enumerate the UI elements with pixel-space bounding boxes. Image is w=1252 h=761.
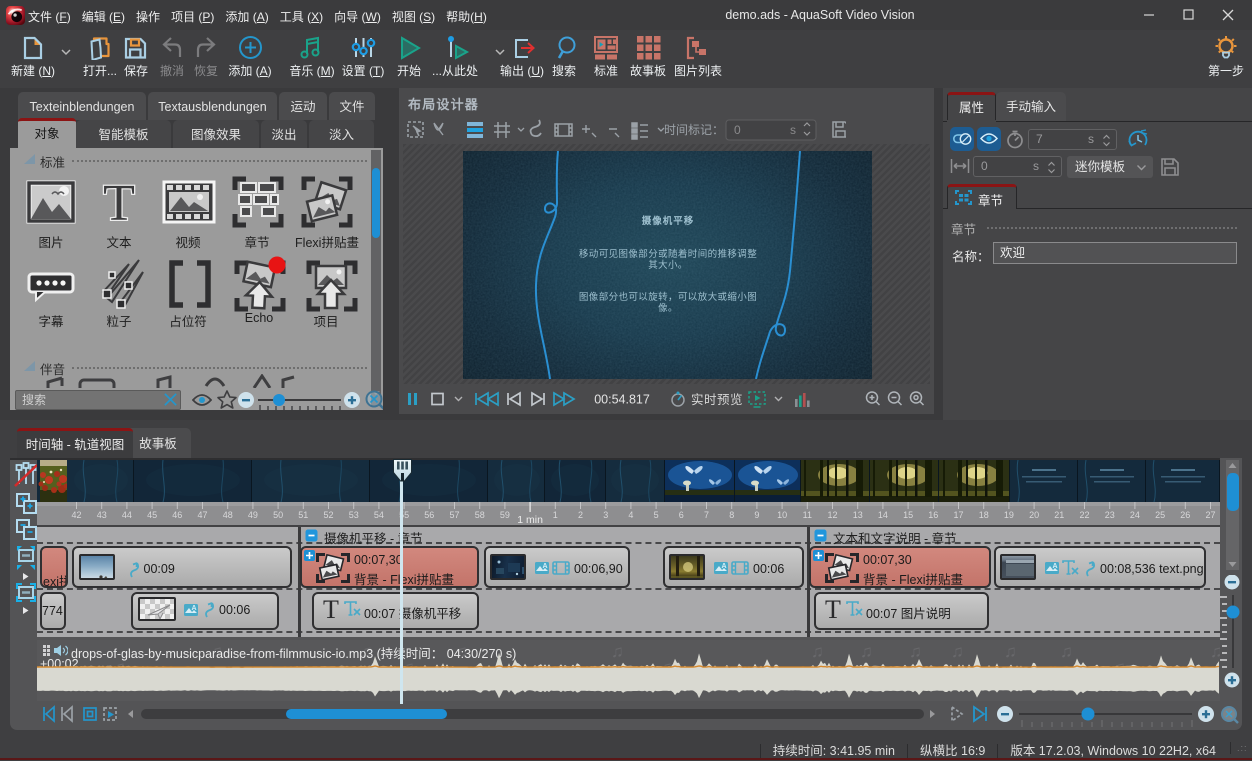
svg-text:s: s: [790, 123, 796, 137]
svg-text:46: 46: [172, 510, 182, 520]
svg-text:T: T: [103, 176, 135, 228]
svg-text:15: 15: [903, 510, 913, 520]
svg-text:0: 0: [734, 123, 741, 137]
svg-text:A: A: [542, 563, 547, 570]
svg-text:实时预览: 实时预览: [691, 392, 743, 407]
svg-text:53: 53: [349, 510, 359, 520]
svg-text:20: 20: [1029, 510, 1039, 520]
svg-text:10: 10: [777, 510, 787, 520]
svg-text:4: 4: [628, 510, 633, 520]
svg-text:A: A: [191, 605, 196, 612]
svg-text:23: 23: [1105, 510, 1115, 520]
svg-text:19: 19: [1004, 510, 1014, 520]
svg-text:1 min: 1 min: [517, 514, 543, 526]
svg-text:25: 25: [1155, 510, 1165, 520]
svg-text:T: T: [323, 597, 339, 621]
svg-text:17: 17: [953, 510, 963, 520]
svg-text:12: 12: [827, 510, 837, 520]
svg-text:16: 16: [928, 510, 938, 520]
svg-text:A: A: [721, 563, 726, 570]
svg-text:00:54.817: 00:54.817: [594, 393, 650, 407]
svg-text:图像部分也可以旋转，可以放大或缩小图: 图像部分也可以旋转，可以放大或缩小图: [579, 291, 757, 303]
svg-text:26: 26: [1180, 510, 1190, 520]
svg-text:50: 50: [273, 510, 283, 520]
svg-text:18: 18: [979, 510, 989, 520]
svg-text:52: 52: [323, 510, 333, 520]
svg-text:22: 22: [1079, 510, 1089, 520]
svg-text:45: 45: [147, 510, 157, 520]
svg-text:47: 47: [197, 510, 207, 520]
svg-text:其大小。: 其大小。: [648, 259, 688, 271]
svg-text:时间标记：: 时间标记：: [664, 123, 724, 137]
svg-text:48: 48: [223, 510, 233, 520]
svg-text:51: 51: [298, 510, 308, 520]
svg-text:43: 43: [97, 510, 107, 520]
svg-text:24: 24: [1130, 510, 1140, 520]
svg-text:13: 13: [853, 510, 863, 520]
svg-text:1: 1: [553, 510, 558, 520]
svg-text:2: 2: [578, 510, 583, 520]
svg-text:T: T: [825, 597, 841, 621]
svg-text:14: 14: [878, 510, 888, 520]
svg-text:9: 9: [754, 510, 759, 520]
svg-text:像。: 像。: [658, 302, 678, 314]
svg-text:7: 7: [704, 510, 709, 520]
svg-text:57: 57: [449, 510, 459, 520]
svg-text:42: 42: [71, 510, 81, 520]
svg-text:59: 59: [500, 510, 510, 520]
svg-text:44: 44: [122, 510, 132, 520]
svg-text:摄像机平移: 摄像机平移: [642, 215, 695, 227]
svg-text:49: 49: [248, 510, 258, 520]
svg-text:A: A: [1052, 563, 1057, 570]
svg-text:58: 58: [475, 510, 485, 520]
svg-text:6: 6: [679, 510, 684, 520]
svg-text:8: 8: [729, 510, 734, 520]
svg-text:5: 5: [654, 510, 659, 520]
svg-text:27: 27: [1205, 510, 1215, 520]
svg-text:21: 21: [1054, 510, 1064, 520]
svg-text:11: 11: [803, 510, 812, 520]
svg-text:3: 3: [603, 510, 608, 520]
svg-text:移动可见图像部分或随着时间的推移调整: 移动可见图像部分或随着时间的推移调整: [579, 248, 757, 260]
svg-text:54: 54: [374, 510, 384, 520]
svg-text:56: 56: [424, 510, 434, 520]
